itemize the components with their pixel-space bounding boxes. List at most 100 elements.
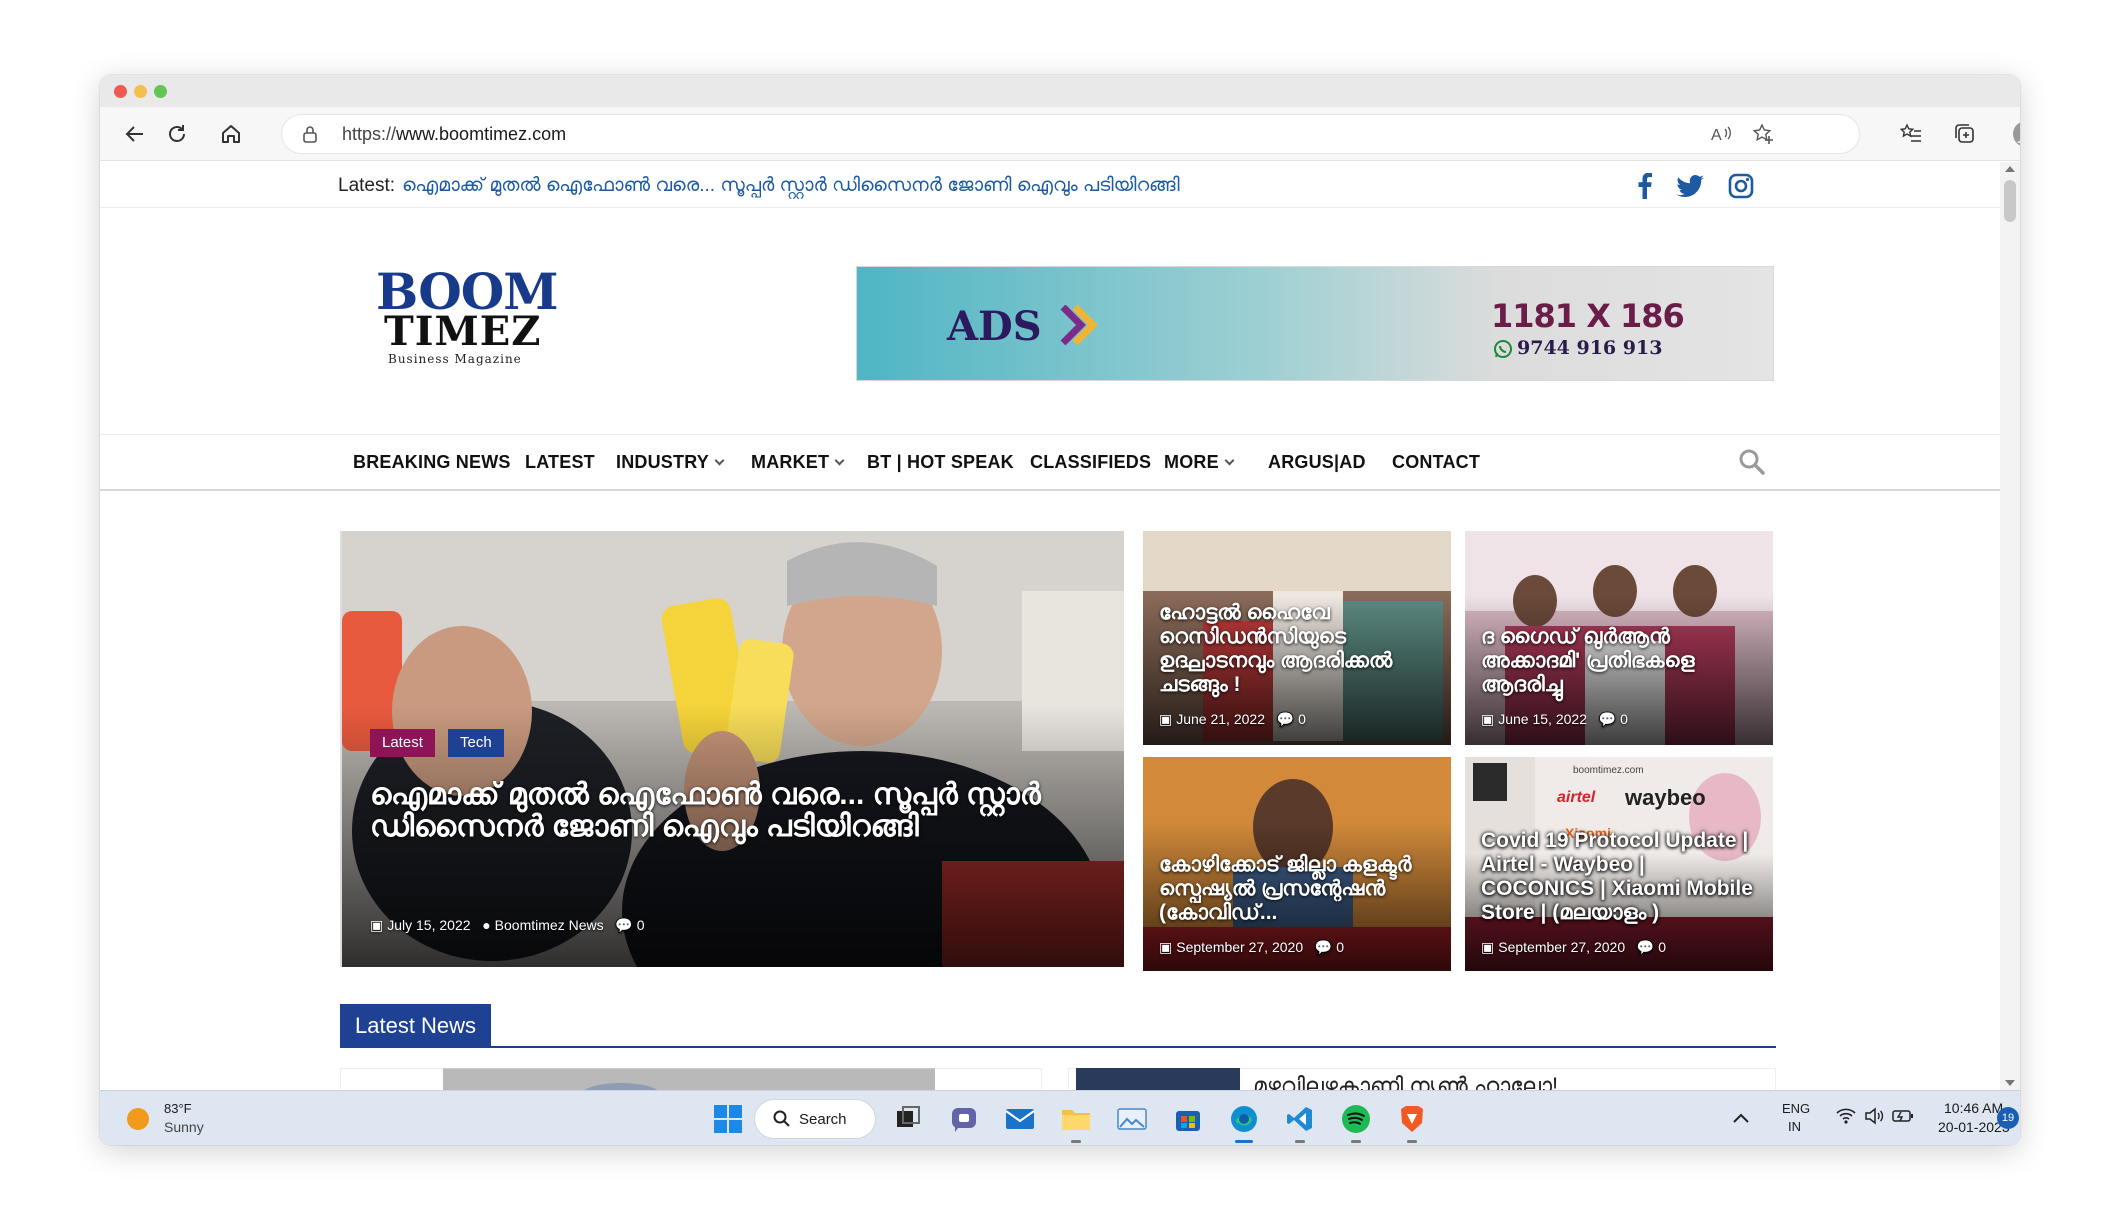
brave-browser-icon[interactable]	[1394, 1101, 1430, 1143]
vscode-icon[interactable]	[1282, 1101, 1318, 1143]
hero-comments[interactable]: 0	[637, 917, 645, 933]
hero-author[interactable]: Boomtimez News	[495, 917, 604, 933]
lock-icon[interactable]	[302, 125, 318, 147]
card-title[interactable]: കോഴിക്കോട് ജില്ലാ കളക്ടർ സ്പെഷ്യൽ പ്രസന്…	[1159, 853, 1441, 925]
add-favorite-icon[interactable]	[1752, 123, 1776, 149]
teaser-image[interactable]	[443, 1068, 935, 1090]
microsoft-store-icon[interactable]	[1170, 1101, 1206, 1137]
ad-banner[interactable]: ADS 1181 X 186 9744 916 913	[856, 266, 1774, 381]
weather-desc[interactable]: Sunny	[164, 1119, 204, 1135]
lang-bottom[interactable]: IN	[1788, 1119, 1801, 1134]
site-logo[interactable]: BOOM TIMEZ Business Magazine	[370, 262, 559, 372]
favorites-icon[interactable]	[1896, 119, 1926, 149]
scroll-thumb[interactable]	[2004, 180, 2016, 222]
nav-market[interactable]: MARKET	[751, 452, 845, 473]
teaser-image-art	[584, 1083, 658, 1090]
profile-avatar[interactable]	[2008, 119, 2020, 149]
nav-breaking-news[interactable]: BREAKING NEWS	[353, 452, 511, 473]
title-bar	[100, 75, 2020, 107]
collections-icon[interactable]	[1950, 119, 1980, 149]
article-card[interactable]: കോഴിക്കോട് ജില്ലാ കളക്ടർ സ്പെഷ്യൽ പ്രസന്…	[1143, 757, 1451, 971]
browser-window: https://www.boomtimez.com A Latest: ഐമാക…	[100, 75, 2020, 1145]
airtel-logo: airtel	[1557, 789, 1596, 806]
tag-latest[interactable]: Latest	[370, 729, 435, 757]
file-explorer-icon[interactable]	[1058, 1101, 1094, 1143]
card-date: September 27, 2020	[1176, 939, 1304, 955]
article-card[interactable]: ദ ഗൈഡ് ഖുർആൻ അക്കാദമി' പ്രതിഭകളെ ആദരിച്ച…	[1465, 531, 1773, 745]
teams-chat-icon[interactable]	[946, 1101, 982, 1137]
scroll-down-icon[interactable]	[2005, 1080, 2015, 1086]
card-title[interactable]: ഹോട്ടൽ ഹൈവേ റെസിഡൻസിയുടെ ഉദ്ഘാടനവും ആദരി…	[1159, 601, 1441, 697]
lang-top[interactable]: ENG	[1782, 1101, 1810, 1116]
volume-icon[interactable]	[1864, 1107, 1884, 1129]
card-title[interactable]: ദ ഗൈഡ് ഖുർആൻ അക്കാദമി' പ്രതിഭകളെ ആദരിച്ച…	[1481, 625, 1763, 697]
task-view-icon[interactable]	[890, 1101, 926, 1137]
taskbar: 83°F Sunny Search ENG IN 10:46 AM 20-01-…	[100, 1090, 2020, 1145]
back-icon[interactable]	[120, 119, 150, 149]
article-card[interactable]: ഹോട്ടൽ ഹൈവേ റെസിഡൻസിയുടെ ഉദ്ഘാടനവും ആദരി…	[1143, 531, 1451, 745]
battery-icon[interactable]	[1892, 1108, 1914, 1128]
ad-brand: ADS	[947, 303, 1042, 350]
web-page: Latest: ഐമാക്ക് മുതൽ ഐഫോൺ വരെ... സൂപ്പർ …	[100, 162, 2000, 1090]
card-title[interactable]: Covid 19 Protocol Update | Airtel - Wayb…	[1481, 829, 1763, 925]
card-comments[interactable]: 0	[1620, 711, 1628, 727]
card-comments[interactable]: 0	[1336, 939, 1344, 955]
chevron-down-icon	[714, 455, 725, 466]
chevron-up-icon[interactable]	[1732, 1109, 1750, 1128]
ticker-label: Latest:	[338, 175, 396, 196]
hero-meta: ▣ July 15, 2022 ● Boomtimez News 💬 0	[370, 917, 645, 934]
scroll-up-icon[interactable]	[2005, 166, 2015, 172]
nav-contact[interactable]: CONTACT	[1392, 452, 1480, 473]
comment-icon: 💬	[1314, 939, 1333, 955]
address-bar[interactable]: https://www.boomtimez.com A	[282, 115, 1859, 153]
tag-tech[interactable]: Tech	[448, 729, 504, 757]
reload-icon[interactable]	[162, 119, 192, 149]
windows-start-icon[interactable]	[710, 1101, 746, 1137]
home-icon[interactable]	[216, 119, 246, 149]
sun-icon[interactable]	[126, 1107, 150, 1135]
edge-browser-icon[interactable]	[1226, 1101, 1262, 1143]
ad-phone: 9744 916 913	[1517, 337, 1663, 359]
twitter-icon[interactable]	[1675, 171, 1705, 201]
hero-title[interactable]: ഐമാക്ക് മുതൽ ഐഫോൺ വരെ... സൂപ്പർ സ്റ്റാർ …	[370, 779, 1104, 843]
calendar-icon: ▣	[1159, 939, 1173, 955]
nav-industry[interactable]: INDUSTRY	[616, 452, 725, 473]
nav-argus-ad[interactable]: ARGUS|AD	[1268, 452, 1366, 473]
notification-count-badge[interactable]: 19	[1997, 1107, 2019, 1129]
whatsapp-icon	[1493, 339, 1513, 363]
spotify-icon[interactable]	[1338, 1101, 1374, 1143]
search-icon	[773, 1110, 791, 1132]
wifi-icon[interactable]	[1836, 1107, 1856, 1129]
maximize-window-button[interactable]	[154, 85, 167, 98]
weather-temp[interactable]: 83°F	[164, 1101, 192, 1116]
clock-time[interactable]: 10:46 AM	[1944, 1100, 2003, 1116]
chevron-down-icon	[834, 455, 845, 466]
card-comments[interactable]: 0	[1658, 939, 1666, 955]
minimize-window-button[interactable]	[134, 85, 147, 98]
taskbar-search[interactable]: Search	[755, 1100, 875, 1138]
nav-more[interactable]: MORE	[1164, 452, 1235, 473]
instagram-icon[interactable]	[1726, 171, 1756, 201]
nav-latest[interactable]: LATEST	[525, 452, 595, 473]
ticker-headline-link[interactable]: ഐമാക്ക് മുതൽ ഐഫോൺ വരെ... സൂപ്പർ സ്റ്റാർ …	[402, 175, 1180, 197]
nav-classifieds[interactable]: CLASSIFIEDS	[1030, 452, 1151, 473]
read-aloud-icon[interactable]: A	[1710, 123, 1734, 149]
hero-article[interactable]: Latest Tech ഐമാക്ക് മുതൽ ഐഫോൺ വരെ... സൂപ…	[340, 531, 1124, 967]
teaser-image[interactable]	[1076, 1068, 1240, 1090]
search-icon[interactable]	[1738, 448, 1766, 480]
article-card[interactable]: boomtimez.com airtel waybeo Xiaomi Covid…	[1465, 757, 1773, 971]
mail-icon[interactable]	[1002, 1101, 1038, 1137]
photos-icon[interactable]	[1114, 1101, 1150, 1137]
url-host: www.boomtimez.com	[396, 124, 567, 144]
facebook-icon[interactable]	[1630, 171, 1660, 201]
nav-hot-speak[interactable]: BT | HOT SPEAK	[867, 452, 1014, 473]
card-comments[interactable]: 0	[1298, 711, 1306, 727]
ad-arrows-icon	[1059, 304, 1099, 349]
page-scrollbar[interactable]	[2000, 162, 2020, 1090]
close-window-button[interactable]	[114, 85, 127, 98]
teaser-title[interactable]: മഴവില്ലഴകാണി ന്യൂൺ ഹാലോ!	[1253, 1073, 1558, 1090]
card-date: June 15, 2022	[1498, 711, 1587, 727]
card-date: September 27, 2020	[1498, 939, 1626, 955]
running-indicator	[1071, 1140, 1081, 1143]
hero-date: July 15, 2022	[387, 917, 471, 933]
